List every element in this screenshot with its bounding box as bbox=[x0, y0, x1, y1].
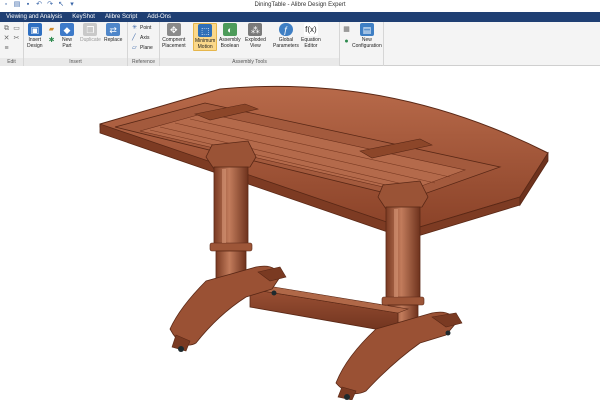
paste-icon[interactable]: ▭ bbox=[13, 25, 20, 32]
global-parameters-button[interactable]: ƒ Global Parameters bbox=[273, 23, 299, 49]
left-foot-glide-back bbox=[271, 290, 277, 296]
replace-button[interactable]: ⇄ Replace bbox=[104, 23, 122, 43]
group-edit: ⧉ ▭ ✕ ✂ ≡ Edit bbox=[0, 22, 24, 66]
cut-icon[interactable]: ✂ bbox=[13, 35, 20, 42]
insert-design-button[interactable]: ▣ Insert Design bbox=[27, 23, 43, 49]
minimum-motion-icon: ⬚ bbox=[198, 24, 213, 37]
right-column-collar bbox=[381, 296, 425, 306]
new-part-button[interactable]: ◆ New Part bbox=[60, 23, 74, 49]
component-placement-icon: ✥ bbox=[166, 23, 181, 36]
duplicate-button[interactable]: ❐ Duplicate bbox=[80, 23, 101, 43]
menu-keyshot[interactable]: KeyShot bbox=[67, 12, 100, 22]
exploded-view-icon: ⁂ bbox=[248, 23, 263, 36]
equation-editor-button[interactable]: f(x) Equation Editor bbox=[301, 23, 321, 49]
group-label-insert: Insert bbox=[24, 58, 127, 66]
group-reference: ✳ Point ╱ Axis ▱ Plane Reference bbox=[128, 22, 160, 66]
replace-icon: ⇄ bbox=[106, 23, 121, 36]
group-configuration: ▦ ● ▤ New Configuration bbox=[340, 22, 384, 66]
insert-design-icon: ▣ bbox=[27, 23, 42, 36]
config-leaf-icon[interactable]: ● bbox=[343, 38, 350, 45]
right-column-highlight bbox=[394, 209, 398, 297]
left-column-highlight bbox=[222, 169, 226, 243]
delete-icon[interactable]: ✕ bbox=[3, 35, 10, 42]
point-button[interactable]: ✳ Point bbox=[132, 25, 151, 31]
left-column-cap bbox=[205, 140, 257, 170]
global-parameters-icon: ƒ bbox=[278, 23, 293, 36]
assembly-boolean-icon: ◐ bbox=[222, 23, 237, 36]
group-label-assembly-tools: Assembly Tools bbox=[160, 58, 339, 66]
3d-viewport[interactable] bbox=[0, 67, 600, 400]
minimum-motion-button[interactable]: ⬚ Minimum Motion bbox=[193, 23, 218, 51]
menu-alibre-script[interactable]: Alibre Script bbox=[100, 12, 142, 22]
exploded-view-button[interactable]: ⁂ Exploded View bbox=[245, 23, 266, 49]
duplicate-icon: ❐ bbox=[83, 23, 98, 36]
right-foot-glide-back bbox=[445, 330, 451, 336]
menu-add-ons[interactable]: Add-Ons bbox=[142, 12, 176, 22]
title-bar: ▫ ▤ ▪ ↶ ↷ ↖ ▾ DiningTable - Alibre Desig… bbox=[0, 0, 600, 12]
point-icon: ✳ bbox=[132, 25, 138, 31]
plane-icon: ▱ bbox=[132, 45, 137, 51]
insert-gear-icon[interactable]: ✱ bbox=[48, 37, 55, 44]
axis-button[interactable]: ╱ Axis bbox=[132, 35, 149, 41]
new-configuration-button[interactable]: ▤ New Configuration bbox=[352, 23, 382, 49]
axis-icon: ╱ bbox=[132, 35, 136, 41]
properties-icon[interactable]: ≡ bbox=[3, 45, 10, 52]
new-part-icon: ◆ bbox=[60, 23, 74, 36]
group-assembly-tools: ✥ Compnent Placement ⬚ Minimum Motion ◐ … bbox=[160, 22, 340, 66]
group-insert: ▣ Insert Design ▰ ✱ ◆ New Part ❐ Duplica… bbox=[24, 22, 128, 66]
left-column[interactable] bbox=[213, 166, 249, 246]
assembly-boolean-button[interactable]: ◐ Assembly Boolean bbox=[219, 23, 241, 49]
group-label-edit: Edit bbox=[0, 58, 23, 66]
left-foot-glide-front bbox=[178, 346, 184, 352]
ribbon: ⧉ ▭ ✕ ✂ ≡ Edit ▣ Insert Design ▰ ✱ ◆ New… bbox=[0, 22, 600, 66]
copy-icon[interactable]: ⧉ bbox=[3, 25, 10, 32]
equation-editor-icon: f(x) bbox=[303, 23, 318, 36]
right-foot-glide-front bbox=[344, 394, 350, 400]
menu-bar: Viewing and Analysis KeyShot Alibre Scri… bbox=[0, 12, 600, 22]
insert-folder-icon[interactable]: ▰ bbox=[48, 26, 55, 33]
new-configuration-icon: ▤ bbox=[359, 23, 374, 36]
left-column-collar bbox=[209, 242, 253, 252]
group-label-reference: Reference bbox=[128, 58, 159, 66]
right-column[interactable] bbox=[385, 206, 421, 300]
config-settings-icon[interactable]: ▦ bbox=[343, 26, 350, 33]
right-column-cap bbox=[377, 180, 429, 210]
menu-viewing-analysis[interactable]: Viewing and Analysis bbox=[0, 12, 67, 22]
plane-button[interactable]: ▱ Plane bbox=[132, 45, 153, 51]
component-placement-button[interactable]: ✥ Compnent Placement bbox=[162, 23, 186, 49]
dining-table-model[interactable] bbox=[0, 67, 600, 400]
window-title: DiningTable - Alibre Design Expert bbox=[254, 2, 346, 8]
